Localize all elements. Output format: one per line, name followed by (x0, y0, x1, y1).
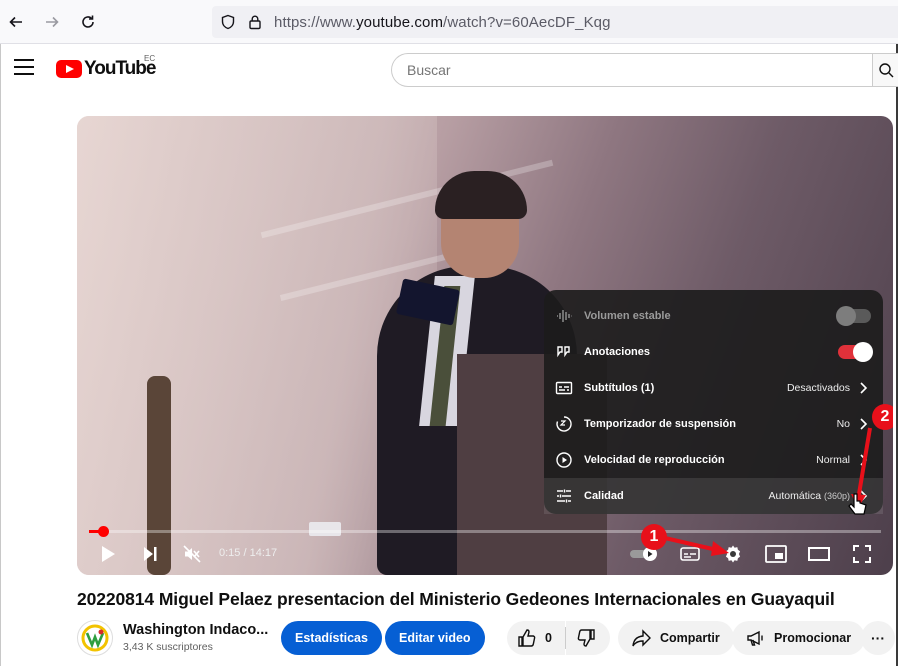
video-title: 20220814 Miguel Pelaez presentacion del … (77, 589, 835, 609)
search-input[interactable] (392, 54, 873, 86)
forward-button[interactable] (40, 10, 64, 34)
thumbs-down-icon (577, 629, 595, 647)
url-text: https://www.youtube.com/watch?v=60AecDF_… (274, 14, 611, 31)
subscriber-count: 3,43 K suscriptores (123, 641, 213, 653)
reload-button[interactable] (76, 10, 100, 34)
miniplayer-icon (765, 545, 787, 563)
setting-label: Subtítulos (1) (584, 382, 655, 394)
miniplayer-button[interactable] (763, 542, 789, 566)
search-icon (879, 63, 894, 78)
setting-label: Anotaciones (584, 346, 651, 358)
lock-icon[interactable] (247, 14, 263, 30)
arrow-right-icon (46, 16, 59, 28)
youtube-logo[interactable]: YouTube EC (56, 54, 156, 79)
quality-icon (557, 489, 571, 503)
play-button[interactable] (97, 542, 119, 566)
next-button[interactable] (139, 542, 161, 566)
stable-volume-toggle[interactable] (836, 306, 871, 326)
channel-name[interactable]: Washington Indaco... (123, 622, 268, 638)
shield-icon[interactable] (220, 14, 236, 30)
progress-bar[interactable] (89, 526, 881, 537)
time-display: 0:15 / 14:17 (219, 547, 278, 559)
like-button[interactable]: 0 (507, 621, 565, 655)
video-frame-detail (435, 171, 527, 219)
arrow-left-icon (9, 16, 22, 28)
fullscreen-icon (853, 545, 871, 563)
skip-next-icon (144, 547, 157, 561)
analytics-button[interactable]: Estadísticas (281, 621, 382, 655)
video-frame-outlet (309, 522, 341, 536)
promote-label: Promocionar (774, 631, 852, 645)
quality-value: Automática (768, 490, 822, 502)
edit-video-label: Editar video (399, 631, 471, 645)
playback-speed-icon (556, 452, 572, 468)
edit-video-button[interactable]: Editar video (385, 621, 485, 655)
video-player[interactable]: Volumen estable Anotaciones Subtítulos (… (77, 116, 893, 575)
setting-value: Automática (360p) (769, 490, 850, 502)
toggle-knob (836, 306, 856, 326)
reload-icon (82, 15, 94, 28)
mute-button[interactable] (181, 542, 203, 566)
setting-label: Velocidad de reproducción (584, 454, 725, 466)
annotations-icon (557, 346, 570, 358)
back-button[interactable] (4, 10, 28, 34)
setting-label: Volumen estable (584, 310, 671, 322)
setting-value: Normal (816, 454, 850, 466)
sleep-timer-icon (556, 416, 572, 432)
setting-playback-speed[interactable]: Velocidad de reproducción Normal (544, 442, 883, 478)
mouse-cursor-hand-icon (848, 493, 867, 515)
volume-muted-icon (183, 545, 201, 563)
thumbs-up-icon (518, 629, 536, 647)
setting-subtitles[interactable]: Subtítulos (1) Desactivados (544, 370, 883, 406)
like-count: 0 (545, 631, 552, 645)
megaphone-icon (747, 630, 763, 646)
settings-menu: Volumen estable Anotaciones Subtítulos (… (544, 290, 883, 514)
more-actions-icon: ··· (871, 630, 885, 646)
marker-label: 1 (649, 528, 659, 545)
youtube-play-icon (56, 60, 82, 78)
site-header: YouTube EC (0, 44, 898, 100)
setting-annotations[interactable]: Anotaciones (544, 334, 883, 370)
search-box (391, 53, 873, 87)
search-button[interactable] (872, 53, 898, 87)
marker-arrow-1 (664, 536, 729, 556)
channel-avatar[interactable] (77, 620, 113, 656)
share-label: Compartir (660, 631, 720, 645)
share-button[interactable]: Compartir (618, 621, 734, 655)
toggle-knob (853, 342, 873, 362)
analytics-label: Estadísticas (295, 631, 368, 645)
subtitles-icon (555, 381, 573, 395)
more-actions-button[interactable]: ··· (861, 621, 895, 655)
setting-stable-volume[interactable]: Volumen estable (544, 298, 883, 334)
chevron-right-icon (860, 382, 868, 394)
setting-sleep-timer[interactable]: Temporizador de suspensión No (544, 406, 883, 442)
promote-button[interactable]: Promocionar (732, 621, 866, 655)
dislike-button[interactable] (566, 621, 610, 655)
theater-mode-icon (808, 547, 830, 561)
fullscreen-button[interactable] (849, 542, 875, 566)
browser-toolbar: https://www.youtube.com/watch?v=60AecDF_… (0, 0, 898, 44)
setting-label: Temporizador de suspensión (584, 418, 736, 430)
channel-logo-icon (81, 624, 109, 652)
setting-quality[interactable]: Calidad Automática (360p) (544, 478, 883, 514)
play-icon (102, 546, 115, 562)
setting-value: Desactivados (786, 382, 850, 394)
address-bar[interactable]: https://www.youtube.com/watch?v=60AecDF_… (212, 6, 898, 38)
country-code: EC (144, 54, 156, 63)
stable-volume-icon (557, 310, 572, 322)
share-icon (632, 629, 651, 647)
setting-label: Calidad (584, 490, 624, 502)
window-edge (0, 44, 1, 666)
marker-label: 2 (880, 408, 890, 425)
menu-button[interactable] (14, 59, 34, 75)
annotations-toggle[interactable] (838, 342, 873, 362)
theater-mode-button[interactable] (806, 542, 832, 566)
progress-scrubber[interactable] (98, 526, 109, 537)
